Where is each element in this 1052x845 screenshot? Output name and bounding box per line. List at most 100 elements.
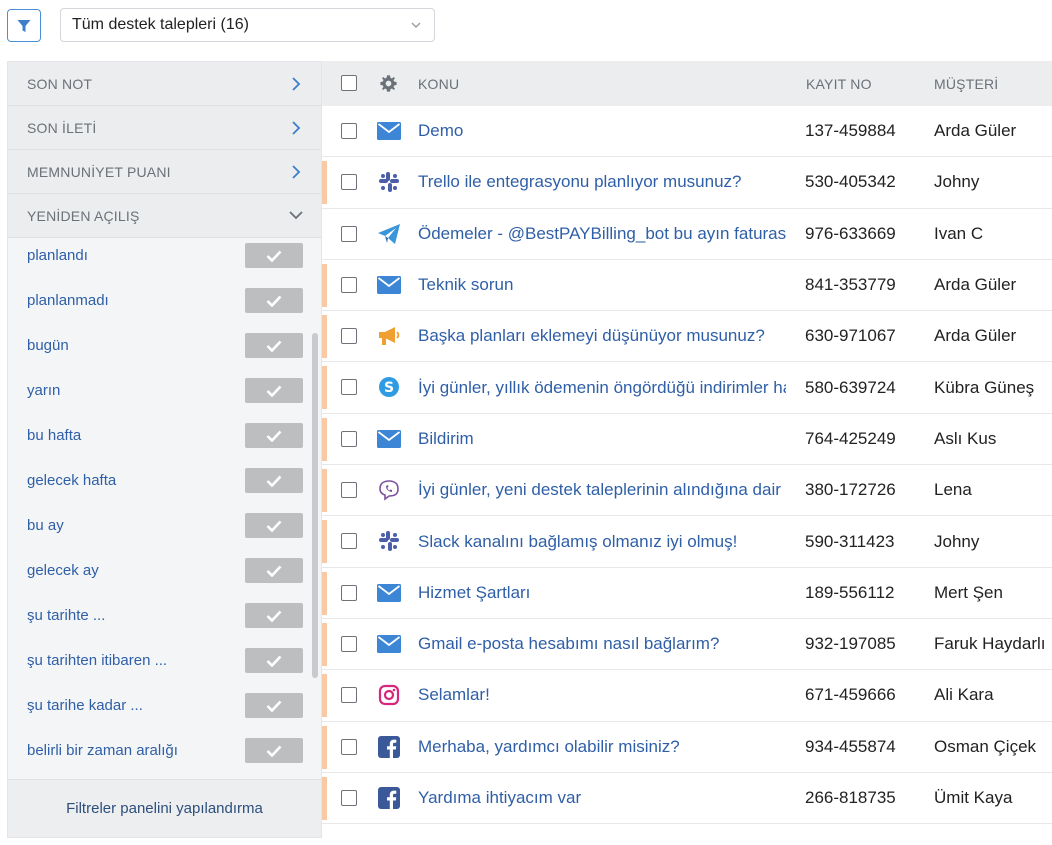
row-checkbox[interactable]	[341, 533, 357, 550]
filter-section-satisfaction-score[interactable]: MEMNUNİYET PUANI	[8, 150, 321, 194]
row-checkbox[interactable]	[341, 789, 357, 806]
ticket-subject-link[interactable]: Demo	[418, 121, 786, 141]
unread-marker	[322, 263, 327, 307]
filter-option-toggle[interactable]	[245, 513, 303, 538]
filter-section-last-note[interactable]: SON NOT	[8, 62, 321, 106]
filter-option[interactable]: belirli bir zaman aralığı	[8, 728, 321, 773]
row-checkbox[interactable]	[341, 123, 357, 139]
filter-option-toggle[interactable]	[245, 378, 303, 403]
table-row[interactable]: Teknik sorun 841-353779 Arda Güler	[322, 259, 1052, 312]
ticket-customer: Aslı Kus	[934, 428, 997, 448]
filter-option-toggle[interactable]	[245, 738, 303, 763]
ticket-subject-link[interactable]: İyi günler, yıllık ödemenin öngördüğü in…	[418, 378, 786, 398]
table-body: Demo 137-459884 Arda Güler Trello ile enteg…	[322, 106, 1052, 825]
filter-option-label: bugün	[27, 337, 69, 354]
row-checkbox[interactable]	[341, 738, 357, 755]
select-all-checkbox[interactable]	[341, 75, 357, 91]
unread-marker	[322, 776, 327, 820]
ticket-customer: Johny	[934, 172, 980, 192]
ticket-subject-link[interactable]: Hizmet Şartları	[418, 583, 786, 603]
row-checkbox[interactable]	[341, 482, 357, 499]
filter-option[interactable]: şu tarihten itibaren ...	[8, 638, 321, 683]
scrollbar-thumb[interactable]	[312, 333, 318, 678]
row-checkbox[interactable]	[341, 430, 357, 447]
filter-panel-scrollbar[interactable]	[312, 238, 318, 778]
table-row[interactable]: Hizmet Şartları 189-556112 Mert Şen	[322, 567, 1052, 619]
ticket-record-no: 590-311423	[805, 531, 895, 551]
filter-section-reopening[interactable]: YENİDEN AÇILIŞ	[8, 194, 321, 238]
configure-filters-panel-button[interactable]: Filtreler panelini yapılandırma	[8, 779, 321, 837]
ticket-subject-link[interactable]: Merhaba, yardımcı olabilir misiniz?	[418, 737, 786, 757]
table-row[interactable]: Selamlar! 671-459666 Ali Kara	[322, 670, 1052, 722]
filter-option-label: planlandı	[27, 247, 88, 264]
gear-icon[interactable]	[379, 74, 398, 93]
filter-option-toggle[interactable]	[245, 243, 303, 268]
row-checkbox[interactable]	[341, 276, 357, 293]
ticket-subject-link[interactable]: İyi günler, yeni destek taleplerinin alı…	[418, 480, 786, 500]
filter-option-toggle[interactable]	[245, 558, 303, 583]
ticket-subject-link[interactable]: Slack kanalını bağlamış olmanız iyi olmu…	[418, 532, 786, 552]
column-header-customer[interactable]: MÜŞTERİ	[934, 76, 998, 92]
ticket-subject-link[interactable]: Teknik sorun	[418, 275, 786, 295]
slack-icon	[377, 530, 401, 552]
filter-option[interactable]: planlandı	[8, 233, 321, 278]
ticket-subject-link[interactable]: Ödemeler - @BestPAYBilling_bot bu ayın f…	[418, 224, 786, 244]
ticket-subject-link[interactable]: Yardıma ihtiyacım var	[418, 788, 786, 808]
row-checkbox[interactable]	[341, 174, 357, 191]
filter-toggle-button[interactable]	[7, 9, 41, 42]
filter-option[interactable]: gelecek ay	[8, 548, 321, 593]
ticket-subject-link[interactable]: Trello ile entegrasyonu planlıyor musunu…	[418, 172, 786, 192]
unread-marker	[322, 520, 327, 564]
table-row[interactable]: Bildirim 764-425249 Aslı Kus	[322, 413, 1052, 466]
filter-option[interactable]: bu ay	[8, 503, 321, 548]
filter-option[interactable]: gelecek hafta	[8, 458, 321, 503]
unread-marker	[322, 725, 327, 769]
filter-option-toggle[interactable]	[245, 468, 303, 493]
filter-option[interactable]: yarın	[8, 368, 321, 413]
filter-option[interactable]: bu hafta	[8, 413, 321, 458]
email-icon	[377, 633, 401, 655]
row-checkbox[interactable]	[341, 584, 357, 601]
ticket-subject-link[interactable]: Başka planları eklemeyi düşünüyor musunu…	[418, 326, 786, 346]
ticket-record-no: 934-455874	[805, 736, 896, 756]
table-row[interactable]: Trello ile entegrasyonu planlıyor musunu…	[322, 157, 1052, 209]
unread-marker	[322, 674, 327, 718]
view-select[interactable]: Tüm destek talepleri (16)	[60, 8, 435, 42]
table-row[interactable]: Yardıma ihtiyacım var 266-818735 Ümit Kaya	[322, 772, 1052, 825]
table-row[interactable]: İyi günler, yeni destek taleplerinin alı…	[322, 465, 1052, 517]
ticket-subject-link[interactable]: Bildirim	[418, 429, 786, 449]
row-checkbox[interactable]	[341, 225, 357, 242]
filter-option-toggle[interactable]	[245, 603, 303, 628]
unread-marker	[322, 571, 327, 615]
filter-option-toggle[interactable]	[245, 648, 303, 673]
filter-option[interactable]: bugün	[8, 323, 321, 368]
ticket-subject-link[interactable]: Selamlar!	[418, 685, 786, 705]
email-icon	[377, 582, 401, 604]
table-row[interactable]: Başka planları eklemeyi düşünüyor musunu…	[322, 311, 1052, 363]
filter-option-toggle[interactable]	[245, 693, 303, 718]
table-row[interactable]: Gmail e-posta hesabımı nasıl bağlarım? 93…	[322, 618, 1052, 671]
filter-section-last-message[interactable]: SON İLETİ	[8, 106, 321, 150]
filter-option[interactable]: şu tarihe kadar ...	[8, 683, 321, 728]
table-row[interactable]: Ödemeler - @BestPAYBilling_bot bu ayın f…	[322, 208, 1052, 260]
filter-option[interactable]: planlanmadı	[8, 278, 321, 323]
table-row[interactable]: Slack kanalını bağlamış olmanız iyi olmu…	[322, 516, 1052, 568]
table-row[interactable]: Merhaba, yardımcı olabilir misiniz? 934-4…	[322, 721, 1052, 773]
table-row[interactable]: Demo 137-459884 Arda Güler	[322, 106, 1052, 158]
row-checkbox[interactable]	[341, 328, 357, 345]
configure-filters-label: Filtreler panelini yapılandırma	[66, 800, 263, 817]
ticket-subject-link[interactable]: Gmail e-posta hesabımı nasıl bağlarım?	[418, 634, 786, 654]
row-checkbox[interactable]	[341, 687, 357, 704]
column-header-record-no[interactable]: KAYIT NO	[806, 76, 872, 92]
ticket-customer: Ümit Kaya	[934, 788, 1013, 807]
filter-option-toggle[interactable]	[245, 423, 303, 448]
filter-option-toggle[interactable]	[245, 333, 303, 358]
filter-option-toggle[interactable]	[245, 288, 303, 313]
filter-option[interactable]: şu tarihte ...	[8, 593, 321, 638]
table-row[interactable]: S İyi günler, yıllık ödemenin öngördüğü i…	[322, 362, 1052, 414]
email-icon	[377, 274, 401, 296]
column-header-subject[interactable]: KONU	[418, 76, 459, 92]
filter-section-label: SON İLETİ	[27, 119, 97, 136]
row-checkbox[interactable]	[341, 379, 357, 396]
row-checkbox[interactable]	[341, 635, 357, 652]
